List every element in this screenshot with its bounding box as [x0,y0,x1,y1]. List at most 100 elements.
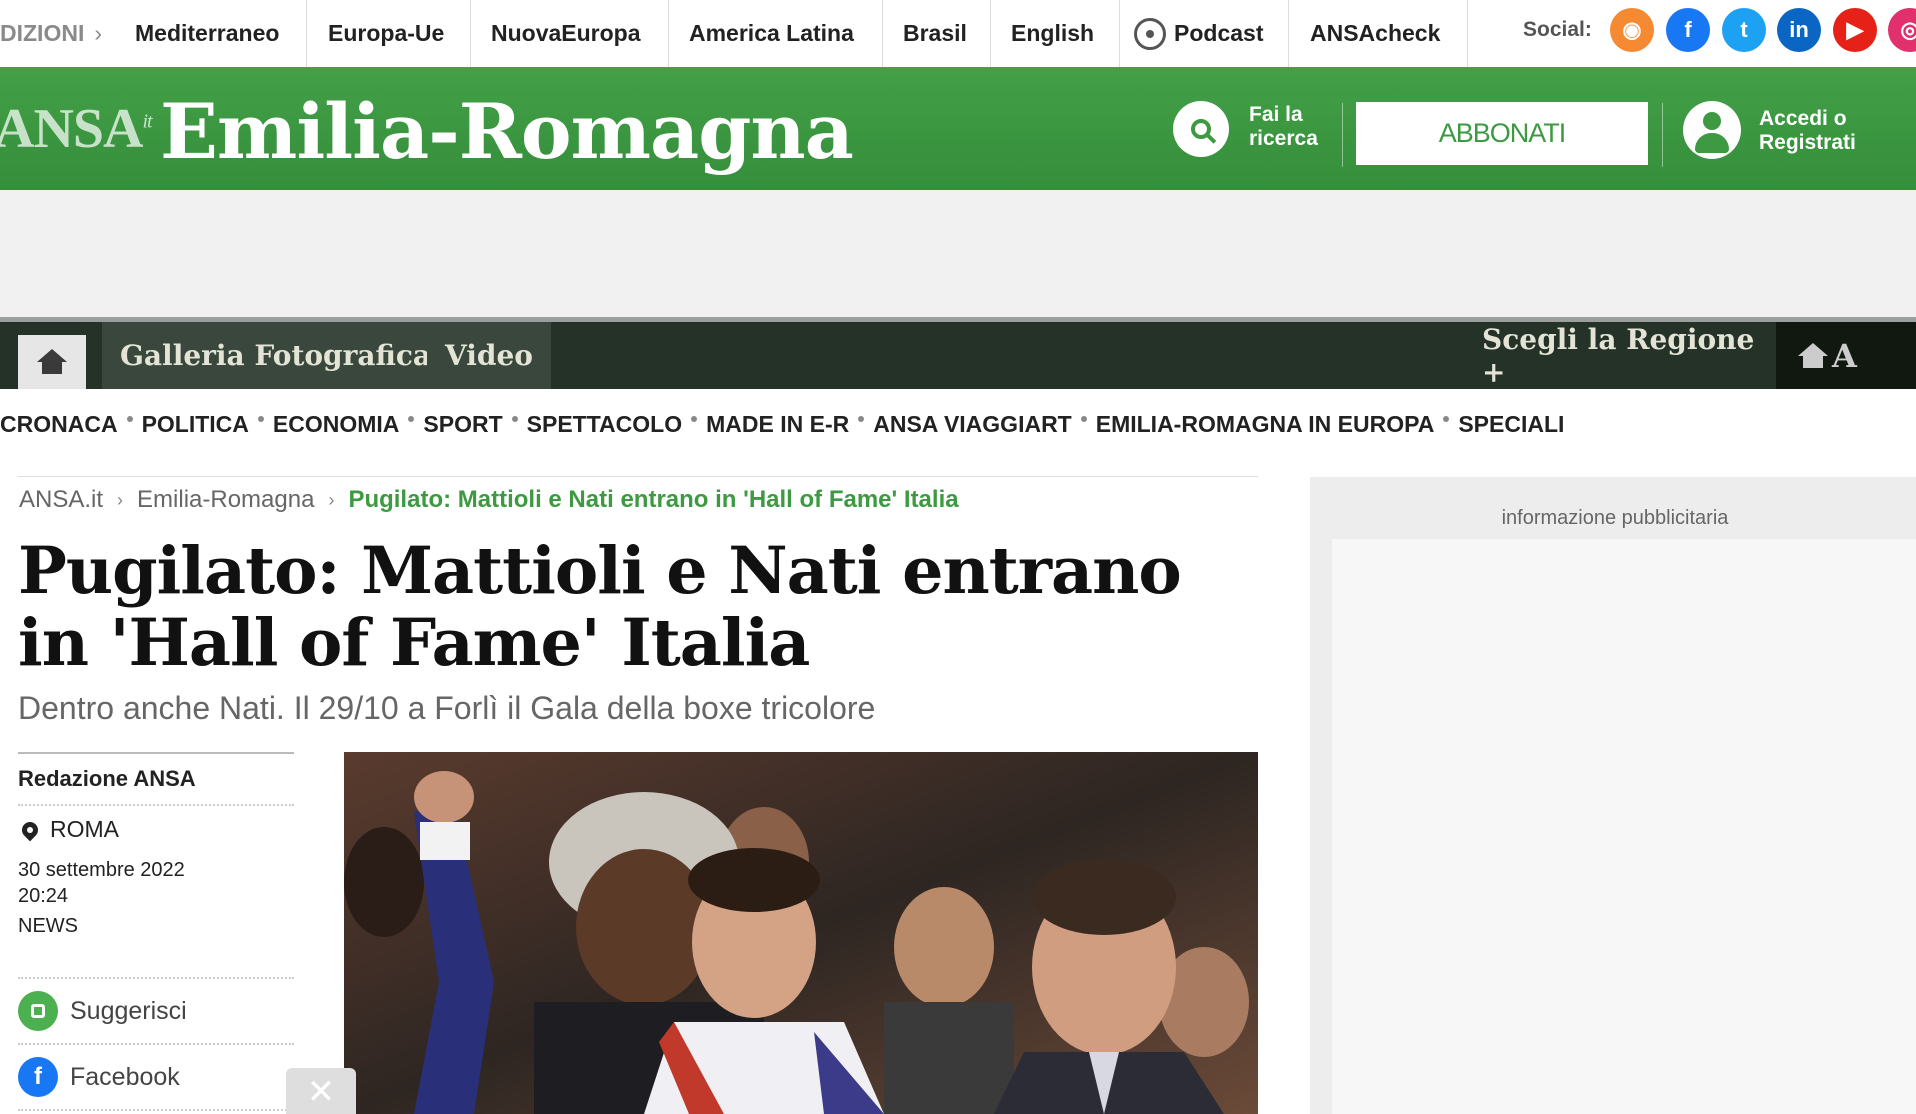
edition-english[interactable]: English [1011,0,1094,67]
edition-america-latina[interactable]: America Latina [689,0,854,67]
place-label: ROMA [50,816,119,842]
rss-glyph: ◉ [1622,17,1642,42]
youtube-glyph: ▶ [1846,17,1864,42]
font-letter: A [1832,336,1857,375]
breadcrumb-region[interactable]: Emilia-Romagna [137,486,314,514]
edition-ansacheck[interactable]: ANSAcheck [1310,0,1440,67]
close-icon[interactable]: ✕ [286,1068,356,1114]
linkedin-glyph: in [1789,17,1809,42]
article-subtitle: Dentro anche Nati. Il 29/10 a Forlì il G… [18,690,876,726]
logo-text: ANSA [0,98,143,160]
logo-suffix: it [142,110,152,133]
edition-podcast[interactable]: Podcast [1134,0,1263,67]
instagram-glyph: ◎ [1900,17,1916,42]
subscribe-button[interactable]: ABBONATI [1356,102,1648,165]
edition-brasil[interactable]: Brasil [903,0,967,67]
divider [18,476,1258,477]
section-spettacolo[interactable]: SPETTACOLO [527,411,682,438]
edition-label: ANSAcheck [1310,20,1441,46]
thumbs-up-icon [18,991,58,1031]
divider [470,0,471,67]
separator-dot [691,416,698,422]
edition-label: Europa-Ue [328,20,445,46]
separator-dot [257,416,264,422]
breadcrumb: ANSA.it › Emilia-Romagna › Pugilato: Mat… [19,485,959,515]
facebook-icon[interactable]: f [1666,8,1710,52]
photo-illustration [344,752,1258,1114]
tab-video[interactable]: Video [427,322,551,389]
thumb-shape [31,1004,45,1018]
ad-slot[interactable] [1332,539,1916,1114]
search-label[interactable]: Fai la ricerca [1249,103,1339,151]
home-button[interactable] [18,335,86,389]
social-label: Social: [1523,18,1592,41]
home-icon [1798,342,1828,369]
edition-label: DIZIONI [0,20,85,46]
separator-dot [126,416,133,422]
divider [1288,0,1289,67]
user-icon[interactable] [1683,101,1741,159]
editions-bar: DIZIONI › Mediterraneo Europa-Ue NuovaEu… [0,0,1916,67]
divider [306,0,307,67]
edition-europa-ue[interactable]: Europa-Ue [328,0,444,67]
ad-label: informazione pubblicitaria [1501,507,1729,529]
font-size-tool[interactable]: A [1776,322,1916,389]
region-title[interactable]: Emilia-Romagna [160,87,854,176]
divider [1662,103,1663,167]
separator-dot [511,416,518,422]
user-body [1695,133,1729,153]
article-kind: NEWS [18,913,294,979]
facebook-icon: f [18,1057,58,1097]
section-made-in-er[interactable]: MADE IN E-R [706,411,849,438]
edition-label: America Latina [689,20,854,46]
main-nav: Galleria Fotografica Video Scegli la Reg… [0,317,1916,389]
login-link[interactable]: Accedi o Registrati [1759,107,1899,155]
edition-label: Brasil [903,20,967,46]
section-cronaca[interactable]: CRONACA [0,411,118,438]
linkedin-icon[interactable]: in [1777,8,1821,52]
breadcrumb-current: Pugilato: Mattioli e Nati entrano in 'Ha… [348,486,959,513]
separator-dot [408,416,415,422]
divider [1467,0,1468,67]
divider [990,0,991,67]
podcast-icon [1134,17,1166,50]
section-economia[interactable]: ECONOMIA [273,411,400,438]
share-suggest-button[interactable]: Suggerisci [18,979,294,1045]
place: ROMA [18,816,294,843]
edition-mediterraneo[interactable]: Mediterraneo [135,0,279,67]
divider [882,0,883,67]
home-icon [37,349,67,375]
share-facebook-button[interactable]: f Facebook [18,1045,294,1111]
divider [1342,103,1343,167]
section-er-in-europa[interactable]: EMILIA-ROMAGNA IN EUROPA [1096,411,1435,438]
rss-icon[interactable]: ◉ [1610,8,1654,52]
tab-photo-gallery[interactable]: Galleria Fotografica [102,322,450,389]
choose-region-button[interactable]: Scegli la Regione + [1482,322,1774,389]
sidebar-ad: informazione pubblicitaria [1310,477,1916,1114]
edition-nuovaeuropa[interactable]: NuovaEuropa [491,0,641,67]
section-politica[interactable]: POLITICA [142,411,249,438]
separator-dot [1080,416,1087,422]
separator-dot [858,416,865,422]
youtube-icon[interactable]: ▶ [1833,8,1877,52]
section-sport[interactable]: SPORT [423,411,502,438]
brand-bar: ANSAit Emilia-Romagna Fai la ricerca ABB… [0,67,1916,190]
instagram-icon[interactable]: ◎ [1888,8,1916,52]
edition-label: English [1011,20,1095,46]
separator-dot [1443,416,1450,422]
ansa-logo[interactable]: ANSAit [0,97,153,161]
search-button[interactable] [1173,101,1229,157]
twitter-icon[interactable]: t [1722,8,1766,52]
divider [668,0,669,67]
facebook-glyph: f [1684,17,1692,42]
publish-date: 30 settembre 2022 [18,859,185,881]
section-speciali[interactable]: SPECIALI [1458,411,1564,438]
chevron-right-icon: › [94,20,103,46]
top-ad-band [0,190,1916,317]
search-icon [1191,119,1211,139]
article-photo[interactable] [344,752,1258,1114]
section-ansa-viaggiart[interactable]: ANSA VIAGGIART [873,411,1072,438]
article-byline: Redazione ANSA ROMA 30 settembre 2022 20… [18,752,294,1111]
breadcrumb-home[interactable]: ANSA.it [19,486,103,514]
edition-edizioni[interactable]: DIZIONI › [0,0,102,67]
